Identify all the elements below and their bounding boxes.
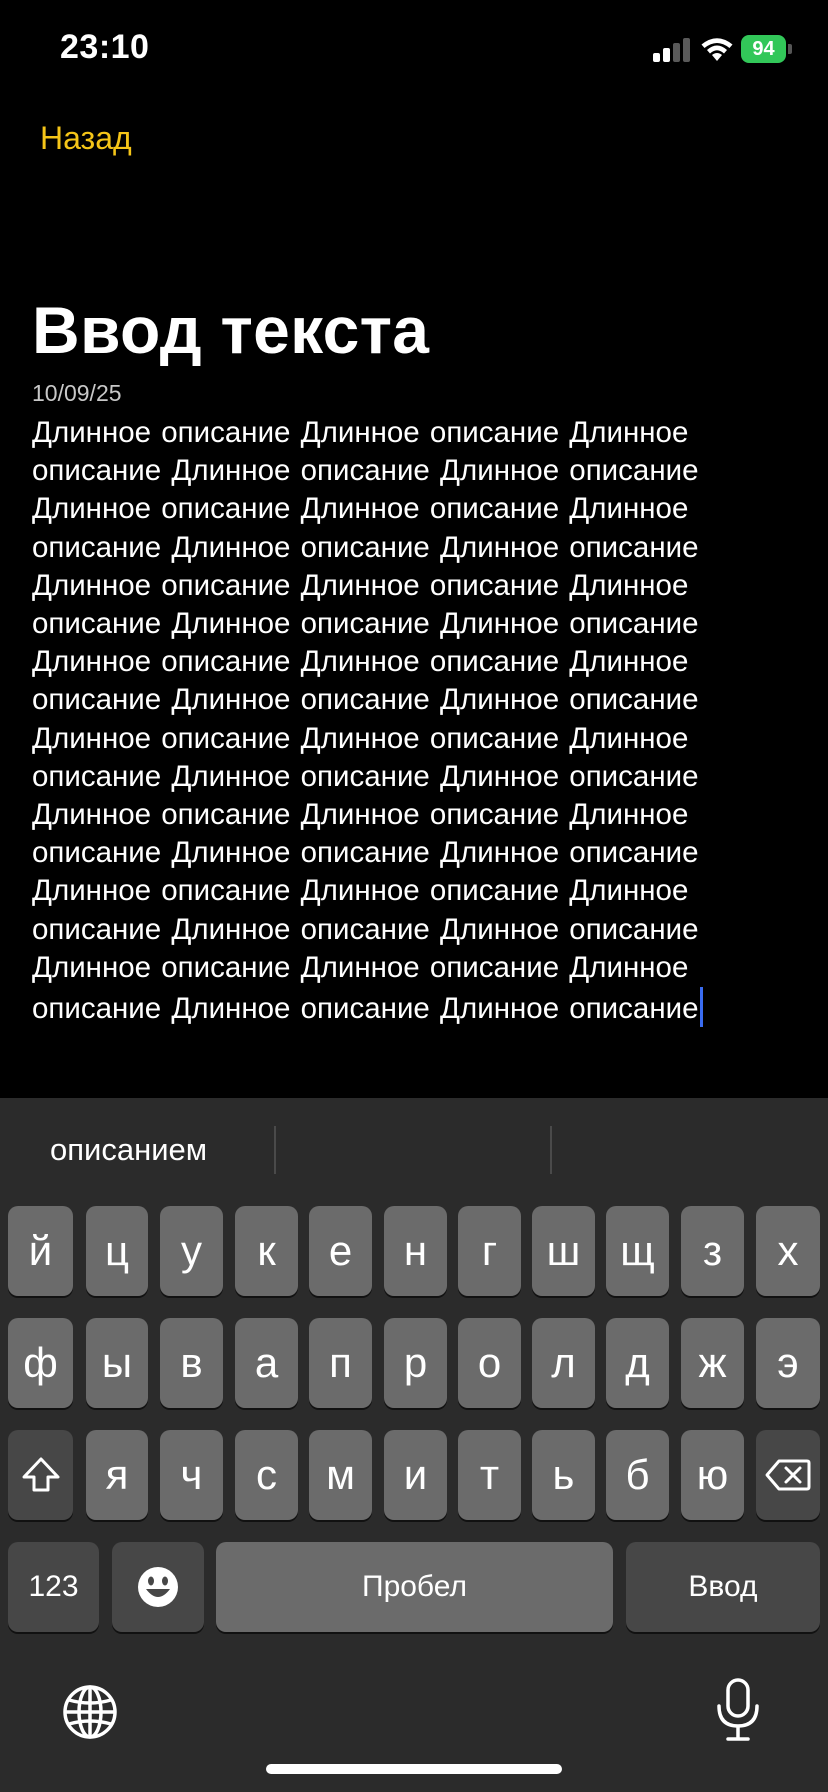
text-caret bbox=[699, 987, 703, 1028]
shift-icon bbox=[22, 1457, 59, 1492]
key-letter[interactable]: з bbox=[681, 1206, 744, 1296]
emoji-icon bbox=[138, 1567, 178, 1607]
key-letter[interactable]: ж bbox=[681, 1318, 744, 1408]
key-letter[interactable]: г bbox=[458, 1206, 521, 1296]
wifi-icon bbox=[701, 38, 733, 61]
key-letter[interactable]: л bbox=[532, 1318, 595, 1408]
suggestion-divider bbox=[274, 1126, 276, 1174]
status-bar: 23:10 94 bbox=[0, 0, 828, 100]
key-letter[interactable]: о bbox=[458, 1318, 521, 1408]
suggestion-item[interactable]: описанием bbox=[50, 1132, 207, 1168]
key-letter[interactable]: ш bbox=[532, 1206, 595, 1296]
key-letter[interactable]: щ bbox=[606, 1206, 669, 1296]
status-time: 23:10 bbox=[60, 28, 150, 66]
key-letter[interactable]: ч bbox=[160, 1430, 223, 1520]
suggestion-bar: описанием bbox=[0, 1098, 828, 1198]
key-letter[interactable]: ь bbox=[532, 1430, 595, 1520]
key-letter[interactable]: б bbox=[606, 1430, 669, 1520]
backspace-key[interactable] bbox=[756, 1430, 820, 1520]
keyboard: описанием й ц у к е н г ш щ з х ф ы в а … bbox=[0, 1098, 828, 1792]
microphone-icon[interactable] bbox=[714, 1678, 762, 1742]
key-letter[interactable]: я bbox=[86, 1430, 148, 1520]
numbers-key[interactable]: 123 bbox=[8, 1542, 99, 1632]
key-letter[interactable]: д bbox=[606, 1318, 669, 1408]
space-key[interactable]: Пробел bbox=[216, 1542, 613, 1632]
key-letter[interactable]: с bbox=[235, 1430, 298, 1520]
return-key[interactable]: Ввод bbox=[626, 1542, 820, 1632]
description-text: Длинное описание Длинное описание Длинно… bbox=[32, 416, 699, 1026]
key-letter[interactable]: е bbox=[309, 1206, 372, 1296]
key-letter[interactable]: й bbox=[8, 1206, 73, 1296]
shift-key[interactable] bbox=[8, 1430, 73, 1520]
key-letter[interactable]: э bbox=[756, 1318, 820, 1408]
key-letter[interactable]: п bbox=[309, 1318, 372, 1408]
key-letter[interactable]: в bbox=[160, 1318, 223, 1408]
key-letter[interactable]: ц bbox=[86, 1206, 148, 1296]
backspace-icon bbox=[765, 1459, 811, 1491]
key-letter[interactable]: х bbox=[756, 1206, 820, 1296]
screen: 23:10 94 Назад Ввод текста 10/09/25 Длин… bbox=[0, 0, 828, 1792]
key-letter[interactable]: р bbox=[384, 1318, 447, 1408]
key-letter[interactable]: ф bbox=[8, 1318, 73, 1408]
battery-indicator: 94 bbox=[741, 35, 792, 63]
description-text-area[interactable]: Длинное описание Длинное описание Длинно… bbox=[32, 414, 802, 1028]
page-title: Ввод текста bbox=[32, 293, 430, 367]
key-letter[interactable]: а bbox=[235, 1318, 298, 1408]
key-letter[interactable]: м bbox=[309, 1430, 372, 1520]
key-letter[interactable]: ю bbox=[681, 1430, 744, 1520]
back-button[interactable]: Назад bbox=[40, 120, 132, 157]
key-letter[interactable]: к bbox=[235, 1206, 298, 1296]
note-date: 10/09/25 bbox=[32, 380, 122, 406]
home-indicator bbox=[266, 1764, 562, 1774]
key-letter[interactable]: у bbox=[160, 1206, 223, 1296]
emoji-key[interactable] bbox=[112, 1542, 204, 1632]
key-letter[interactable]: т bbox=[458, 1430, 521, 1520]
battery-cap bbox=[788, 44, 792, 54]
globe-icon[interactable] bbox=[62, 1684, 118, 1740]
battery-percent: 94 bbox=[752, 38, 775, 60]
key-letter[interactable]: н bbox=[384, 1206, 447, 1296]
cellular-signal-icon bbox=[653, 38, 690, 62]
key-letter[interactable]: ы bbox=[86, 1318, 148, 1408]
key-letter[interactable]: и bbox=[384, 1430, 447, 1520]
suggestion-divider bbox=[550, 1126, 552, 1174]
